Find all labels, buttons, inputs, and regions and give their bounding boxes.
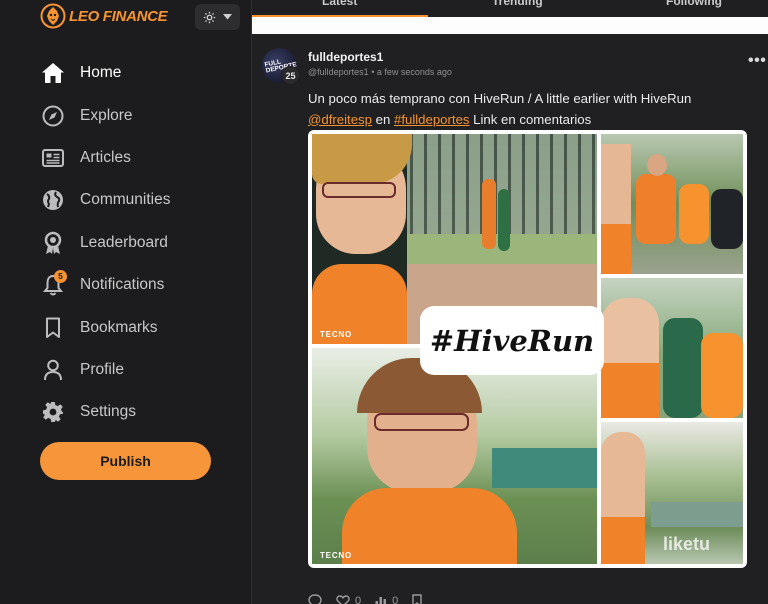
main-feed: Latest Trending Following FULL DEPORTES …	[252, 0, 768, 604]
nav-item-profile[interactable]: Profile	[40, 349, 170, 391]
nav-label-communities: Communities	[80, 191, 171, 209]
nav-item-notifications[interactable]: 5 Notifications	[40, 264, 170, 306]
tecno-watermark-2: TECNO	[320, 551, 352, 560]
globe-icon	[40, 187, 66, 213]
notifications-badge: 5	[54, 269, 67, 283]
nav-label-articles: Articles	[80, 148, 131, 166]
nav-label-profile: Profile	[80, 360, 124, 378]
post-body: Un poco más temprano con HiveRun / A lit…	[308, 89, 748, 130]
tab-latest[interactable]: Latest	[322, 0, 357, 8]
gear-icon	[203, 11, 216, 23]
tab-trending[interactable]: Trending	[492, 0, 543, 8]
nav-item-explore[interactable]: Explore	[40, 94, 170, 136]
meta-separator: •	[371, 67, 375, 77]
like-count: 0	[355, 594, 362, 604]
like-button[interactable]: 0	[336, 595, 361, 604]
caret-down-icon	[223, 14, 232, 20]
nav-label-settings: Settings	[80, 403, 137, 421]
nav-label-explore: Explore	[80, 106, 133, 124]
photo-selfie-park: TECNO	[312, 348, 597, 564]
text-tail: Link en comentarios	[473, 111, 592, 127]
post-card: FULL DEPORTES 25 fulldeportes1 @fulldepo…	[252, 34, 768, 604]
reputation-badge: 25	[281, 66, 300, 85]
lion-logo-icon	[40, 3, 66, 29]
nav-item-settings[interactable]: Settings	[40, 391, 170, 433]
award-icon	[40, 230, 66, 256]
tab-following[interactable]: Following	[666, 0, 722, 8]
nav-item-bookmarks[interactable]: Bookmarks	[40, 306, 170, 348]
text-en: en	[375, 111, 391, 127]
post-text-line1: Un poco más temprano con HiveRun / A lit…	[308, 91, 692, 106]
tecno-watermark: TECNO	[320, 330, 352, 339]
bookmark-icon	[40, 315, 66, 341]
sidebar: LEO FINANCE Home Explore Articles Commun…	[0, 0, 252, 604]
nav-label-bookmarks: Bookmarks	[80, 318, 158, 336]
bookmark-post-button[interactable]	[412, 594, 422, 604]
nav-item-leaderboard[interactable]: Leaderboard	[40, 222, 170, 264]
tip-button[interactable]: 0	[375, 595, 398, 604]
nav-label-notifications: Notifications	[80, 276, 165, 294]
author-handle[interactable]: @fulldeportes1	[308, 67, 369, 77]
user-icon	[40, 357, 66, 383]
collage-title: #HiveRun	[429, 323, 595, 358]
bar-chart-icon	[375, 596, 387, 604]
active-tab-indicator	[252, 15, 428, 17]
nav-label-leaderboard: Leaderboard	[80, 233, 168, 251]
bookmark-icon	[412, 594, 422, 604]
publish-button[interactable]: Publish	[40, 442, 211, 480]
comment-icon	[308, 594, 322, 604]
author-name[interactable]: fulldeportes1	[308, 50, 383, 64]
feed-tabs-strip: Latest Trending Following	[252, 0, 768, 17]
brand-name: LEO FINANCE	[69, 7, 168, 25]
feed-tabs: Latest Trending Following	[252, 0, 768, 34]
nav-item-communities[interactable]: Communities	[40, 179, 170, 221]
liketu-watermark: liketu	[663, 534, 711, 554]
theme-settings-dropdown[interactable]	[195, 4, 240, 30]
home-icon	[40, 60, 66, 86]
heart-icon	[336, 594, 350, 604]
newspaper-icon	[40, 145, 66, 171]
hiverun-title-card: #HiveRun	[420, 306, 604, 375]
photo-group-2	[601, 278, 743, 418]
photo-group-1	[601, 134, 743, 274]
more-options-icon[interactable]: •••	[748, 52, 766, 70]
brand-logo[interactable]: LEO FINANCE	[40, 3, 168, 29]
mention-link[interactable]: @dfreitesp	[308, 112, 372, 127]
hashtag-link[interactable]: #fulldeportes	[394, 112, 470, 127]
photo-park: liketu	[601, 422, 743, 564]
comment-button[interactable]	[308, 594, 322, 604]
post-image-collage[interactable]: TECNO liketu TECNO #HiveRun	[308, 130, 747, 568]
post-text-line2: @dfreitesp en #fulldeportes Link en come…	[308, 110, 748, 131]
post-meta: @fulldeportes1 • a few seconds ago	[308, 67, 452, 77]
nav-item-home[interactable]: Home	[40, 52, 170, 94]
gear-icon	[40, 399, 66, 425]
compass-icon	[40, 103, 66, 129]
main-nav: Home Explore Articles Communities Leader…	[40, 52, 170, 434]
nav-item-articles[interactable]: Articles	[40, 137, 170, 179]
post-time: a few seconds ago	[376, 67, 452, 77]
tip-count: 0	[392, 594, 399, 604]
post-actions: 0 0	[308, 594, 422, 604]
nav-label-home: Home	[80, 64, 122, 82]
